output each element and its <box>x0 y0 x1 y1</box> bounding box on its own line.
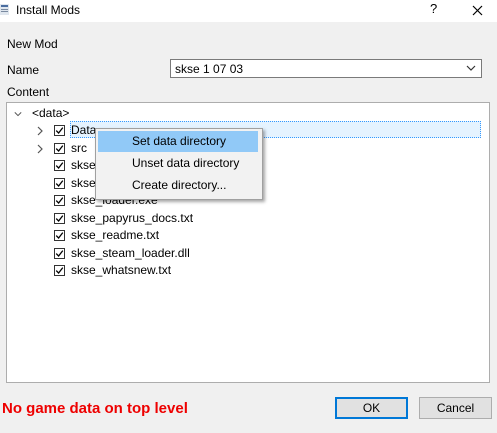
tree-item-checkbox[interactable] <box>54 160 65 171</box>
tree-item[interactable]: skse_papyrus_docs.txt <box>7 210 487 227</box>
app-icon <box>0 4 9 15</box>
tree-item-checkbox[interactable] <box>54 230 65 241</box>
tree-item-label: skse_papyrus_docs.txt <box>71 210 194 225</box>
tree-item-label: skse_whatsnew.txt <box>71 263 172 277</box>
tree-item-checkbox[interactable] <box>54 177 65 189</box>
checkmark-icon <box>55 144 64 152</box>
tree-item[interactable]: skse_readme.txt <box>7 227 487 244</box>
tree-item-label: src <box>71 140 87 155</box>
name-value: skse 1 07 03 <box>175 62 244 76</box>
menu-item-create-directory[interactable]: Create directory... <box>98 175 258 196</box>
name-label: Name <box>7 63 40 77</box>
collapsed-arrow-icon[interactable] <box>36 144 44 154</box>
tree-item-label: skse_steam_loader.dll <box>71 245 190 260</box>
expanded-arrow-icon[interactable] <box>14 109 22 119</box>
menu-item-label: Create directory... <box>132 178 227 192</box>
collapsed-arrow-icon[interactable] <box>36 126 44 136</box>
warning-message: No game data on top level <box>2 400 188 417</box>
tree-item-checkbox[interactable] <box>54 142 65 154</box>
help-button[interactable]: ? <box>430 1 437 16</box>
close-button[interactable] <box>472 1 483 19</box>
tree-root-label: <data> <box>32 106 70 120</box>
menu-item-set-data-directory[interactable]: Set data directory <box>98 131 258 152</box>
checkmark-icon <box>55 179 64 187</box>
tree-item-checkbox[interactable] <box>54 195 65 206</box>
ok-button[interactable]: OK <box>335 397 408 419</box>
tree-item-checkbox[interactable] <box>54 265 65 276</box>
close-icon <box>472 5 483 16</box>
checkmark-icon <box>55 267 64 274</box>
cancel-button[interactable]: Cancel <box>419 397 492 419</box>
bottom-strip <box>0 425 497 433</box>
tree-item-checkbox[interactable] <box>54 212 65 224</box>
tree-item[interactable]: skse_steam_loader.dll <box>7 245 487 262</box>
context-menu: Set data directory Unset data directory … <box>95 128 263 200</box>
checkmark-icon <box>55 162 64 169</box>
checkmark-icon <box>55 232 64 239</box>
tree-item-label: Data <box>71 123 97 137</box>
checkmark-icon <box>55 249 64 257</box>
menu-item-label: Set data directory <box>132 134 227 148</box>
menu-item-unset-data-directory[interactable]: Unset data directory <box>98 153 258 174</box>
window-title: Install Mods <box>16 3 81 17</box>
name-combobox[interactable]: skse 1 07 03 <box>170 59 482 78</box>
checkmark-icon <box>55 197 64 204</box>
tree-item-checkbox[interactable] <box>54 125 65 136</box>
tree-item-checkbox[interactable] <box>54 247 65 259</box>
tree-item-label: skse_readme.txt <box>71 228 160 242</box>
content-label: Content <box>7 85 50 99</box>
tree-item[interactable]: skse_whatsnew.txt <box>7 262 487 279</box>
chevron-down-icon <box>466 65 476 71</box>
group-title: New Mod <box>7 37 58 51</box>
checkmark-icon <box>55 127 64 134</box>
checkmark-icon <box>55 214 64 222</box>
title-bar: Install Mods ? <box>0 0 497 22</box>
menu-item-label: Unset data directory <box>132 156 240 170</box>
tree-root-row[interactable]: <data> <box>7 105 487 122</box>
